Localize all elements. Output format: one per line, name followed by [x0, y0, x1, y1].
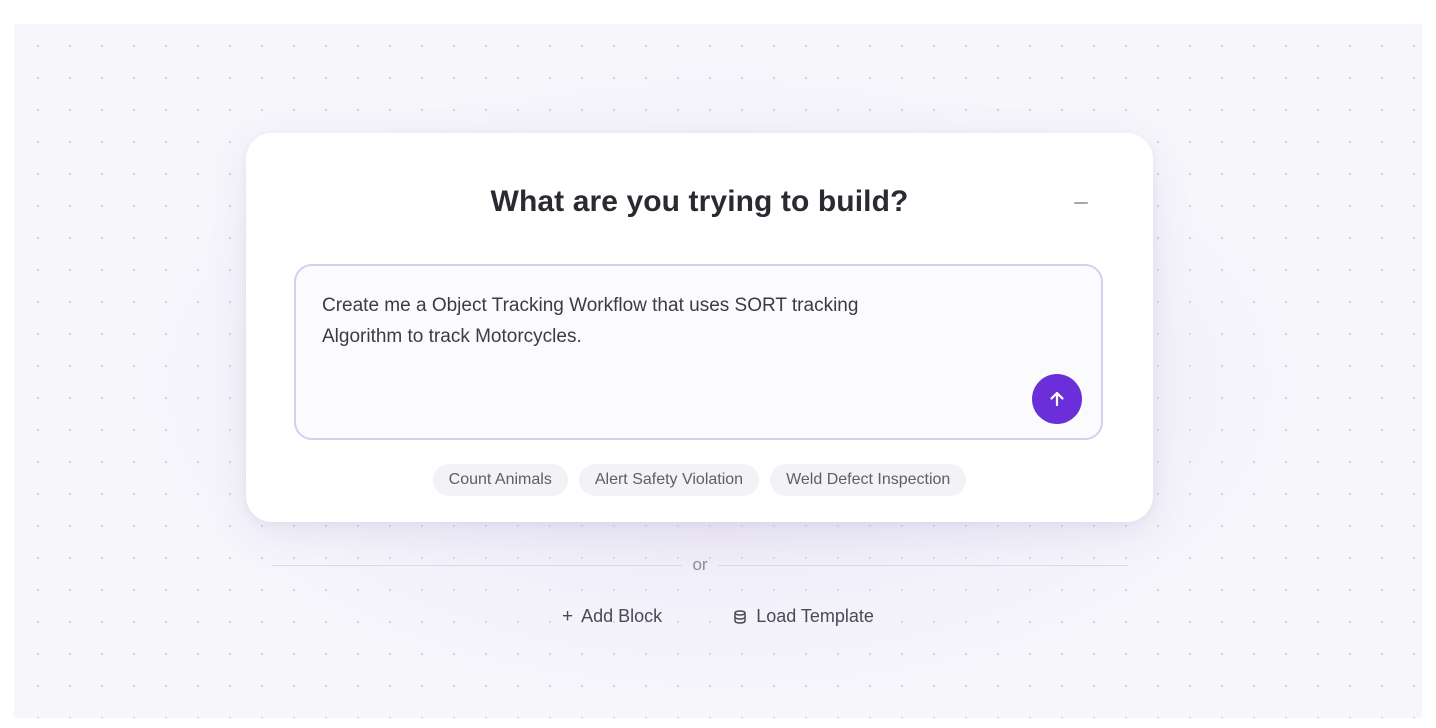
send-button[interactable]	[1032, 374, 1082, 424]
divider-line-left	[272, 564, 683, 566]
minimize-button[interactable]	[1069, 191, 1093, 215]
add-block-button[interactable]: + Add Block	[562, 606, 662, 627]
suggestion-chips: Count Animals Alert Safety Violation Wel…	[246, 464, 1153, 496]
divider-line-right	[717, 564, 1128, 566]
suggestion-chip-alert-safety-violation[interactable]: Alert Safety Violation	[578, 464, 760, 496]
or-divider: or	[272, 553, 1128, 577]
add-block-label: Add Block	[581, 606, 663, 626]
suggestion-chip-count-animals[interactable]: Count Animals	[432, 464, 568, 496]
page-title: What are you trying to build?	[490, 185, 909, 218]
minus-icon	[1074, 202, 1088, 204]
load-template-button[interactable]: Load Template	[732, 606, 874, 627]
prompt-card: What are you trying to build? Create me …	[246, 133, 1153, 522]
plus-icon: +	[562, 606, 574, 627]
canvas-actions: + Add Block Load Template	[0, 606, 1436, 627]
load-template-label: Load Template	[756, 606, 874, 626]
prompt-input[interactable]: Create me a Object Tracking Workflow tha…	[294, 264, 1103, 440]
prompt-input-text[interactable]: Create me a Object Tracking Workflow tha…	[322, 290, 1002, 352]
divider-label: or	[692, 555, 708, 574]
arrow-up-icon	[1050, 391, 1064, 407]
template-stack-icon	[734, 609, 746, 624]
suggestion-chip-weld-defect-inspection[interactable]: Weld Defect Inspection	[770, 464, 967, 496]
